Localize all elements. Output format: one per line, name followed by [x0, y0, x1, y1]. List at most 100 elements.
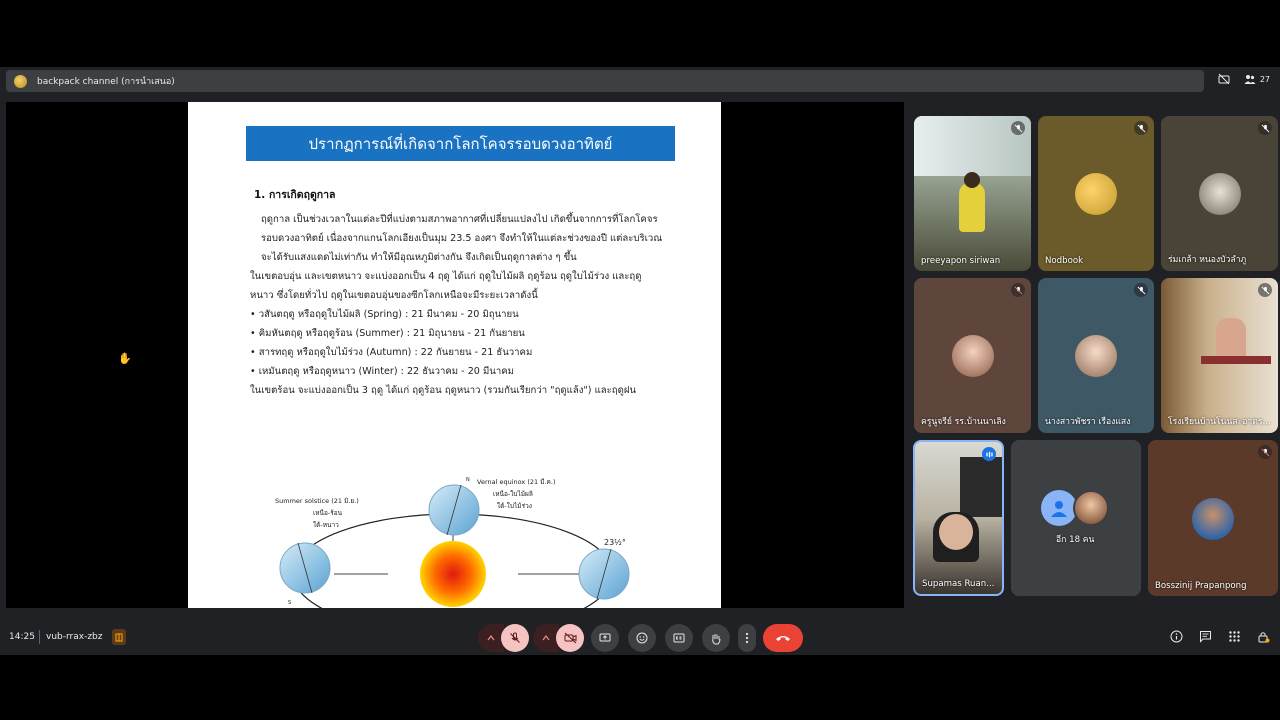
participant-name: ครูนูจรีย์ รร.บ้านนาเลิง — [921, 417, 1006, 427]
right-toolbar — [1170, 630, 1270, 643]
slide: ปรากฏการณ์ที่เกิดจากโลกโคจรรอบดวงอาทิตย์… — [188, 102, 721, 608]
participant-tile[interactable]: preeyapon siriwan — [914, 116, 1031, 271]
presentation-bar[interactable]: backpack channel (การนำเสนอ) — [6, 70, 1204, 92]
meeting-code: vub-rrax-zbz — [46, 632, 103, 642]
divider — [39, 630, 40, 644]
reactions-button[interactable] — [628, 624, 656, 652]
speaker-face — [939, 514, 973, 550]
slide-title: ปรากฏการณ์ที่เกิดจากโลกโคจรรอบดวงอาทิตย์ — [246, 126, 675, 161]
summer-label-3: ใต้-หนาว — [313, 521, 339, 529]
participant-tile[interactable]: นางสาวพัชรา เรืองแสง — [1038, 278, 1154, 433]
captions-button[interactable] — [665, 624, 693, 652]
blackboard — [960, 457, 1002, 517]
raise-hand-icon — [712, 633, 721, 644]
slide-line: ในเขตร้อน จะแบ่งออกเป็น 3 ฤดู ได้แก่ ฤดู… — [250, 385, 637, 396]
emoji-icon — [636, 632, 648, 644]
top-right-controls: 27 — [1218, 73, 1270, 85]
sun — [420, 541, 486, 607]
more-vert-icon — [745, 632, 749, 644]
slide-heading: 1. การเกิดฤดูกาล — [254, 189, 336, 201]
slide-line: รอบดวงอาทิตย์ เนื่องจากแกนโลกเอียงเป็นมุ… — [261, 233, 663, 244]
north-label: N — [466, 477, 470, 483]
mic-off-icon — [1258, 121, 1272, 135]
participant-name: preeyapon siriwan — [921, 256, 1001, 266]
participant-name: นางสาวพัชรา เรืองแสง — [1045, 417, 1131, 427]
more-options-button[interactable] — [738, 624, 756, 652]
participant-count: 27 — [1259, 74, 1270, 84]
slide-line: ในเขตอบอุ่น และเขตหนาว จะแบ่งออกเป็น 4 ฤ… — [250, 271, 642, 282]
participant-tile-speaking[interactable]: Supamas Ruan... — [913, 440, 1004, 596]
slide-line: หนาว ซึ่งโดยทั่วไป ฤดูในเขตอบอุ่นของซีกโ… — [250, 290, 538, 301]
angle-label: 23½° — [604, 538, 626, 547]
captions-icon — [673, 633, 685, 643]
participant-tile[interactable]: Nodbook — [1038, 116, 1154, 271]
mic-off-icon — [1134, 121, 1148, 135]
vernal-label-3: ใต้-ใบไม้ร่วง — [497, 502, 532, 510]
participant-tile[interactable]: ครูนูจรีย์ รร.บ้านนาเลิง — [914, 278, 1031, 433]
student-figure — [959, 182, 985, 232]
hand-cursor-icon: ✋ — [118, 352, 132, 365]
mic-off-icon — [1134, 283, 1148, 297]
mic-off-icon — [1258, 283, 1272, 297]
slide-line: ฤดูกาล เป็นช่วงเวลาในแต่ละปีที่แบ่งตามสภ… — [261, 214, 658, 225]
participant-tile[interactable]: โรงเรียนบ้านโนนสะอาดร... — [1161, 278, 1278, 433]
slide-line: • คิมหันตฤดู หรือฤดูร้อน (Summer) : 21 ม… — [250, 328, 525, 339]
south-label: S — [288, 600, 291, 606]
activities-grid-icon[interactable] — [1228, 630, 1241, 643]
people-icon — [1244, 75, 1256, 84]
orbit-diagram: Summer solstice (21 มิ.ย.) เหนือ-ร้อน ใต… — [275, 477, 630, 608]
participant-name: Bosszinij Prapanpong — [1155, 581, 1247, 591]
participant-name: Supamas Ruan... — [922, 579, 995, 589]
participants-indicator[interactable]: 27 — [1244, 73, 1270, 85]
person-icon — [1051, 501, 1067, 517]
participant-tile[interactable]: ร่มเกล้า หนองบัวลำภู — [1161, 116, 1278, 271]
participant-name: โรงเรียนบ้านโนนสะอาดร... — [1168, 417, 1271, 427]
camera-off-icon — [564, 632, 576, 644]
camera-toggle-button[interactable] — [556, 624, 584, 652]
summer-label-2: เหนือ-ร้อน — [313, 509, 343, 517]
hide-self-icon[interactable] — [1218, 73, 1230, 85]
leave-call-button[interactable] — [763, 624, 803, 652]
avatar — [1041, 490, 1077, 526]
mic-off-icon — [510, 632, 520, 643]
slide-line: จะได้รับแสงแดดไม่เท่ากัน ทำให้มีอุณหภูมิ… — [261, 252, 577, 263]
slide-line: • สารทฤดู หรือฤดูใบไม้ร่วง (Autumn) : 22… — [250, 347, 533, 358]
activities-icon[interactable] — [112, 629, 126, 645]
presentation-area: ปรากฏการณ์ที่เกิดจากโลกโคจรรอบดวงอาทิตย์… — [6, 102, 904, 608]
summer-label-1: Summer solstice (21 มิ.ย.) — [275, 497, 359, 505]
speaking-indicator-icon — [982, 447, 996, 461]
bottom-toolbar: 14:25 vub-rrax-zbz — [0, 622, 1280, 655]
participant-name: ร่มเกล้า หนองบัวลำภู — [1168, 255, 1247, 265]
info-icon[interactable] — [1170, 630, 1183, 643]
mic-off-icon — [1011, 283, 1025, 297]
person-figure — [1216, 318, 1246, 358]
avatar — [952, 335, 994, 377]
chat-icon[interactable] — [1199, 630, 1212, 643]
vernal-label-1: Vernal equinox (21 มี.ค.) — [477, 478, 556, 486]
others-count: อีก 18 คน — [1056, 535, 1095, 545]
meet-window: backpack channel (การนำเสนอ) 27 ปรากฏการ… — [0, 67, 1280, 655]
end-call-icon — [776, 636, 790, 641]
vernal-label-2: เหนือ-ใบไม้ผลิ — [493, 490, 533, 498]
present-screen-icon — [599, 633, 611, 641]
clock: 14:25 — [9, 632, 35, 642]
presentation-title: backpack channel (การนำเสนอ) — [37, 77, 175, 87]
avatar — [1199, 173, 1241, 215]
screen: backpack channel (การนำเสนอ) 27 ปรากฏการ… — [0, 0, 1280, 720]
avatar — [1075, 335, 1117, 377]
avatar — [1192, 498, 1234, 540]
presenter-avatar-icon — [14, 74, 27, 88]
avatar — [1073, 490, 1109, 526]
mic-off-icon — [1011, 121, 1025, 135]
student-head — [964, 172, 980, 188]
raise-hand-button[interactable] — [702, 624, 730, 652]
mic-toggle-button[interactable] — [501, 624, 529, 652]
participant-tile[interactable]: Bosszinij Prapanpong — [1148, 440, 1278, 596]
host-controls-icon[interactable] — [1257, 630, 1270, 643]
desk — [1201, 356, 1271, 364]
avatar — [1075, 173, 1117, 215]
present-button[interactable] — [591, 624, 619, 652]
others-tile[interactable]: อีก 18 คน — [1011, 440, 1141, 596]
mic-off-icon — [1258, 445, 1272, 459]
slide-line: • เหมันตฤดู หรือฤดูหนาว (Winter) : 22 ธั… — [250, 366, 514, 377]
